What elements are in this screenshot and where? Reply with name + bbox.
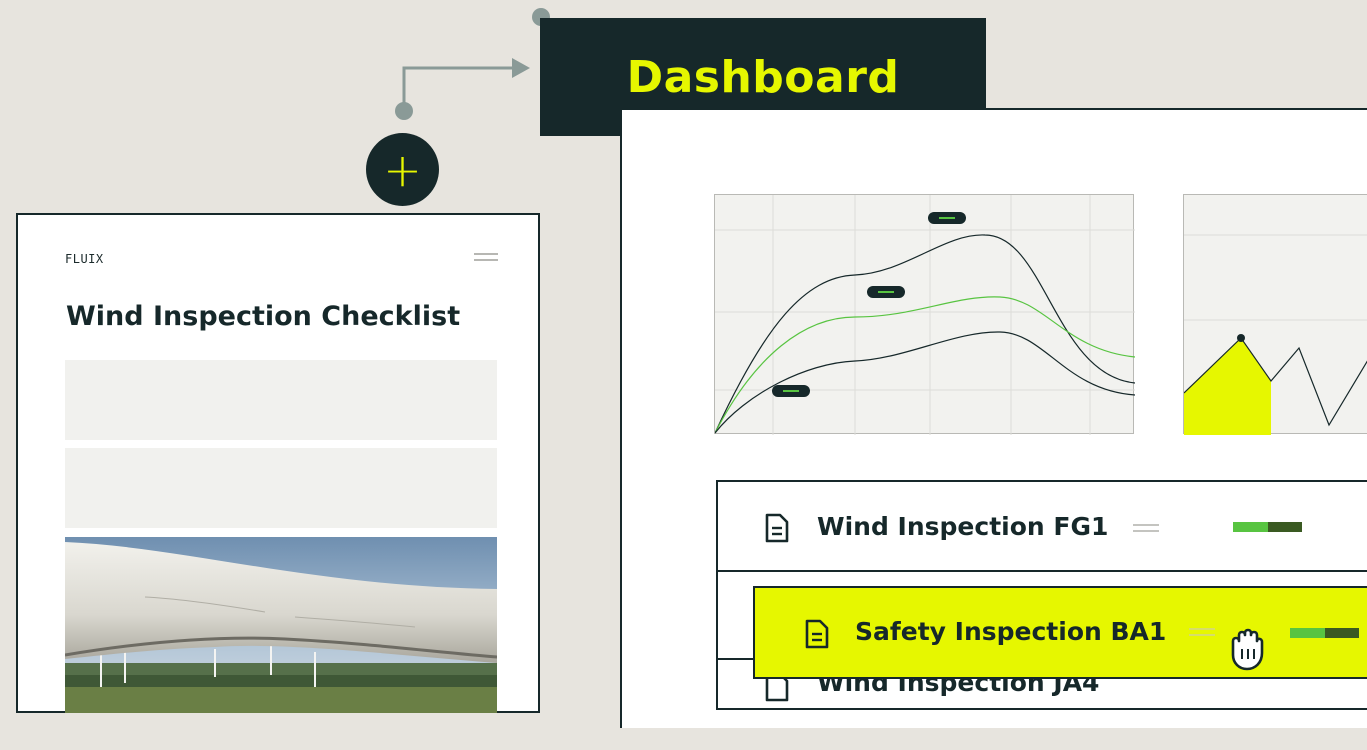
checklist-field[interactable] [65, 448, 497, 528]
list-item-dragging[interactable]: Safety Inspection BA1 [753, 586, 1367, 679]
list-item-label: Wind Inspection FG1 [817, 512, 1109, 541]
area-chart-card [1183, 194, 1367, 435]
drag-handle-icon[interactable] [1133, 524, 1159, 532]
plus-icon: + [383, 142, 422, 197]
series-line [715, 296, 1135, 434]
brand-logo: FLUIX [65, 252, 104, 266]
menu-icon[interactable] [474, 253, 498, 263]
progress-bar [1233, 522, 1302, 532]
wind-turbine-photo [65, 537, 497, 713]
document-icon [765, 513, 789, 543]
area-chart [1184, 234, 1367, 435]
list-item[interactable]: Wind Inspection FG1 [718, 482, 1367, 572]
add-button[interactable]: + [366, 133, 439, 206]
line-chart-card [714, 194, 1135, 435]
chart-marker[interactable] [928, 212, 966, 224]
chart-marker[interactable] [772, 385, 810, 397]
checklist-field[interactable] [65, 360, 497, 440]
document-icon [805, 619, 829, 649]
grab-cursor-icon [1231, 628, 1264, 671]
line-chart [715, 195, 1135, 435]
chart-marker[interactable] [867, 286, 905, 298]
list-item-label: Safety Inspection BA1 [855, 617, 1167, 646]
series-line [715, 331, 1135, 434]
progress-bar [1290, 628, 1359, 638]
mobile-checklist-card: FLUIX Wind Inspection Checklist [16, 213, 540, 713]
drag-handle-icon[interactable] [1189, 628, 1215, 636]
page-title: Wind Inspection Checklist [66, 301, 461, 332]
row-divider [716, 658, 756, 660]
connector-arrow [395, 8, 550, 120]
data-point [1237, 334, 1245, 342]
